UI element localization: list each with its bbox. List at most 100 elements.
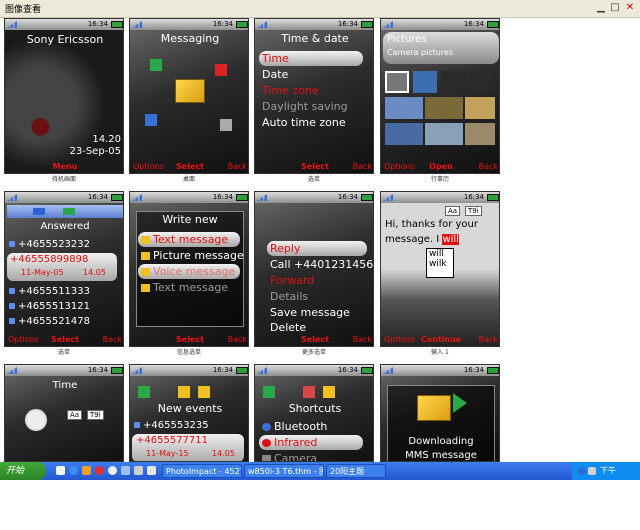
shortcut-icon[interactable] <box>323 386 335 398</box>
start-button[interactable]: 开始 <box>0 462 46 480</box>
tab-icon[interactable] <box>33 208 45 215</box>
softkey-right[interactable]: Back <box>228 161 247 173</box>
thumbnail[interactable] <box>441 71 465 93</box>
thumbnail[interactable] <box>385 97 423 119</box>
event-entry[interactable]: +465553235 <box>134 419 242 433</box>
menu-item[interactable]: Voice message <box>138 264 240 279</box>
envelope-icon <box>175 79 205 103</box>
minimize-button[interactable]: ▁ <box>594 2 608 15</box>
call-entry-selected[interactable]: +46555899898 11-May-05 14.05 <box>7 253 117 281</box>
menu-item[interactable]: Save message <box>267 305 367 320</box>
menu-item[interactable]: Text message <box>138 232 240 247</box>
softkey-right[interactable]: Back <box>103 334 122 346</box>
preview-desktop[interactable]: 16:34 Messaging Options Select Back 桌面 <box>129 18 249 184</box>
thumbnail[interactable] <box>425 123 463 145</box>
call-entry[interactable]: +4655523232 <box>9 238 117 252</box>
thumbnail[interactable] <box>465 123 495 145</box>
quicklaunch-icon[interactable] <box>82 466 91 475</box>
menu-item[interactable]: Time zone <box>259 83 363 98</box>
preview-standby[interactable]: 16:34 Sony Ericsson 14.20 23-Sep-05 Menu… <box>4 18 124 184</box>
status-clock: 16:34 <box>212 20 233 28</box>
softkey-center[interactable]: Menu <box>5 161 123 173</box>
menu-item[interactable]: Bluetooth <box>259 419 363 434</box>
quicklaunch-icon[interactable] <box>121 466 130 475</box>
phone-screen: 16:34 Pictures Camera pictures Options Op… <box>380 18 500 174</box>
menu-item[interactable]: Camera <box>259 451 363 461</box>
menu-item[interactable]: Forward <box>267 273 367 288</box>
menu-item[interactable]: Call +4401231456 <box>267 257 373 272</box>
preview-shortcuts[interactable]: 16:34 Shortcuts Bluetooth Infrared Camer… <box>254 364 374 530</box>
menu-item[interactable]: Details <box>267 289 367 304</box>
thumbnail[interactable] <box>385 123 423 145</box>
quicklaunch-icon[interactable] <box>69 466 78 475</box>
menu-item[interactable]: Date <box>259 67 363 82</box>
close-button[interactable]: ✕ <box>623 2 637 15</box>
taskbar-item[interactable]: 20阳主题 <box>326 464 386 478</box>
screen-header: Write new <box>162 213 218 226</box>
thumbnail[interactable] <box>469 71 493 93</box>
phone-screen: 16:34 Answered +4655523232 +46555899898 … <box>4 191 124 347</box>
menu-item[interactable]: Picture message <box>138 248 244 263</box>
softkey-right[interactable]: Back <box>228 334 247 346</box>
input-mode-t9: T9i <box>87 410 104 420</box>
menu-item[interactable]: Infrared <box>259 435 363 450</box>
taskbar-item[interactable]: PhotoImpact - 452752E <box>162 464 242 478</box>
preview-new-events[interactable]: 16:34 New events +465553235 +4655577711 … <box>129 364 249 530</box>
preview-caption: 选单 <box>307 176 320 183</box>
quicklaunch-icon[interactable] <box>108 466 117 475</box>
quicklaunch-icon[interactable] <box>56 466 65 475</box>
menu-item[interactable]: Reply <box>267 241 367 256</box>
thumbnail[interactable] <box>465 97 495 119</box>
preview-write-new[interactable]: 16:34 Write new Text message Picture mes… <box>129 191 249 357</box>
preview-more-menu[interactable]: 16:34 Reply Call +4401231456 Forward Det… <box>254 191 374 357</box>
tray-icon[interactable] <box>578 467 586 475</box>
tab-icon[interactable] <box>63 208 75 215</box>
softkeys: Select Back <box>130 334 248 346</box>
menu-item[interactable]: Auto time zone <box>259 115 363 130</box>
quicklaunch-icon[interactable] <box>147 466 156 475</box>
signal-icon <box>257 367 267 374</box>
status-clock: 16:34 <box>337 20 358 28</box>
event-icon[interactable] <box>198 386 210 398</box>
taskbar-item[interactable]: w850i-3 T6.thm - 图片 <box>244 464 324 478</box>
screen-header: Answered <box>40 221 90 232</box>
softkey-right[interactable]: Back <box>353 334 372 346</box>
call-entry[interactable]: +4655513121 <box>9 300 117 314</box>
status-bar: 16:34 <box>255 19 373 30</box>
preview-pictures[interactable]: 16:34 Pictures Camera pictures Options Op… <box>380 18 500 184</box>
menu-item[interactable]: Text message <box>138 280 240 295</box>
preview-time[interactable]: 16:34 Time Aa T9i <box>4 364 124 530</box>
event-entry-selected[interactable]: +4655577711 11-May-15 14.05 <box>132 434 244 461</box>
call-entry[interactable]: +4655511333 <box>9 285 117 299</box>
menu-item[interactable]: Daylight saving <box>259 99 363 114</box>
preview-downloading[interactable]: 16:34 Downloading MMS message <box>380 364 500 530</box>
quicklaunch-icon[interactable] <box>134 466 143 475</box>
shortcut-icon[interactable] <box>303 386 315 398</box>
text-message-icon <box>141 284 150 292</box>
shortcut-icon[interactable] <box>263 386 275 398</box>
maximize-button[interactable]: □ <box>608 2 622 15</box>
softkey-right[interactable]: Back <box>479 334 498 346</box>
softkey-right[interactable]: Back <box>353 161 372 173</box>
event-icon[interactable] <box>178 386 190 398</box>
status-clock: 16:34 <box>463 366 484 374</box>
call-entry[interactable]: +4655521478 <box>9 315 117 329</box>
suggestion[interactable]: wilk <box>427 259 453 269</box>
signal-icon <box>383 21 393 28</box>
screen-header: New events <box>157 402 223 415</box>
quicklaunch-icon[interactable] <box>95 466 104 475</box>
preview-call-list[interactable]: 16:34 Answered +4655523232 +46555899898 … <box>4 191 124 357</box>
suggestion[interactable]: will <box>427 249 453 259</box>
menu-item[interactable]: Time <box>259 51 363 66</box>
preview-text-input[interactable]: 16:34 Aa T9i Hi, thanks for your message… <box>380 191 500 357</box>
event-icon[interactable] <box>138 386 150 398</box>
signal-icon <box>132 367 142 374</box>
thumbnail[interactable] <box>413 71 437 93</box>
softkey-right[interactable]: Back <box>479 161 498 173</box>
tray-icon[interactable] <box>588 467 596 475</box>
preview-time-date[interactable]: 16:34 Time & date Time Date Time zone Da… <box>254 18 374 184</box>
thumbnail[interactable] <box>425 97 463 119</box>
menu-item[interactable]: Delete <box>267 320 367 335</box>
thumbnail-selected[interactable] <box>385 71 409 93</box>
battery-icon <box>361 367 373 374</box>
